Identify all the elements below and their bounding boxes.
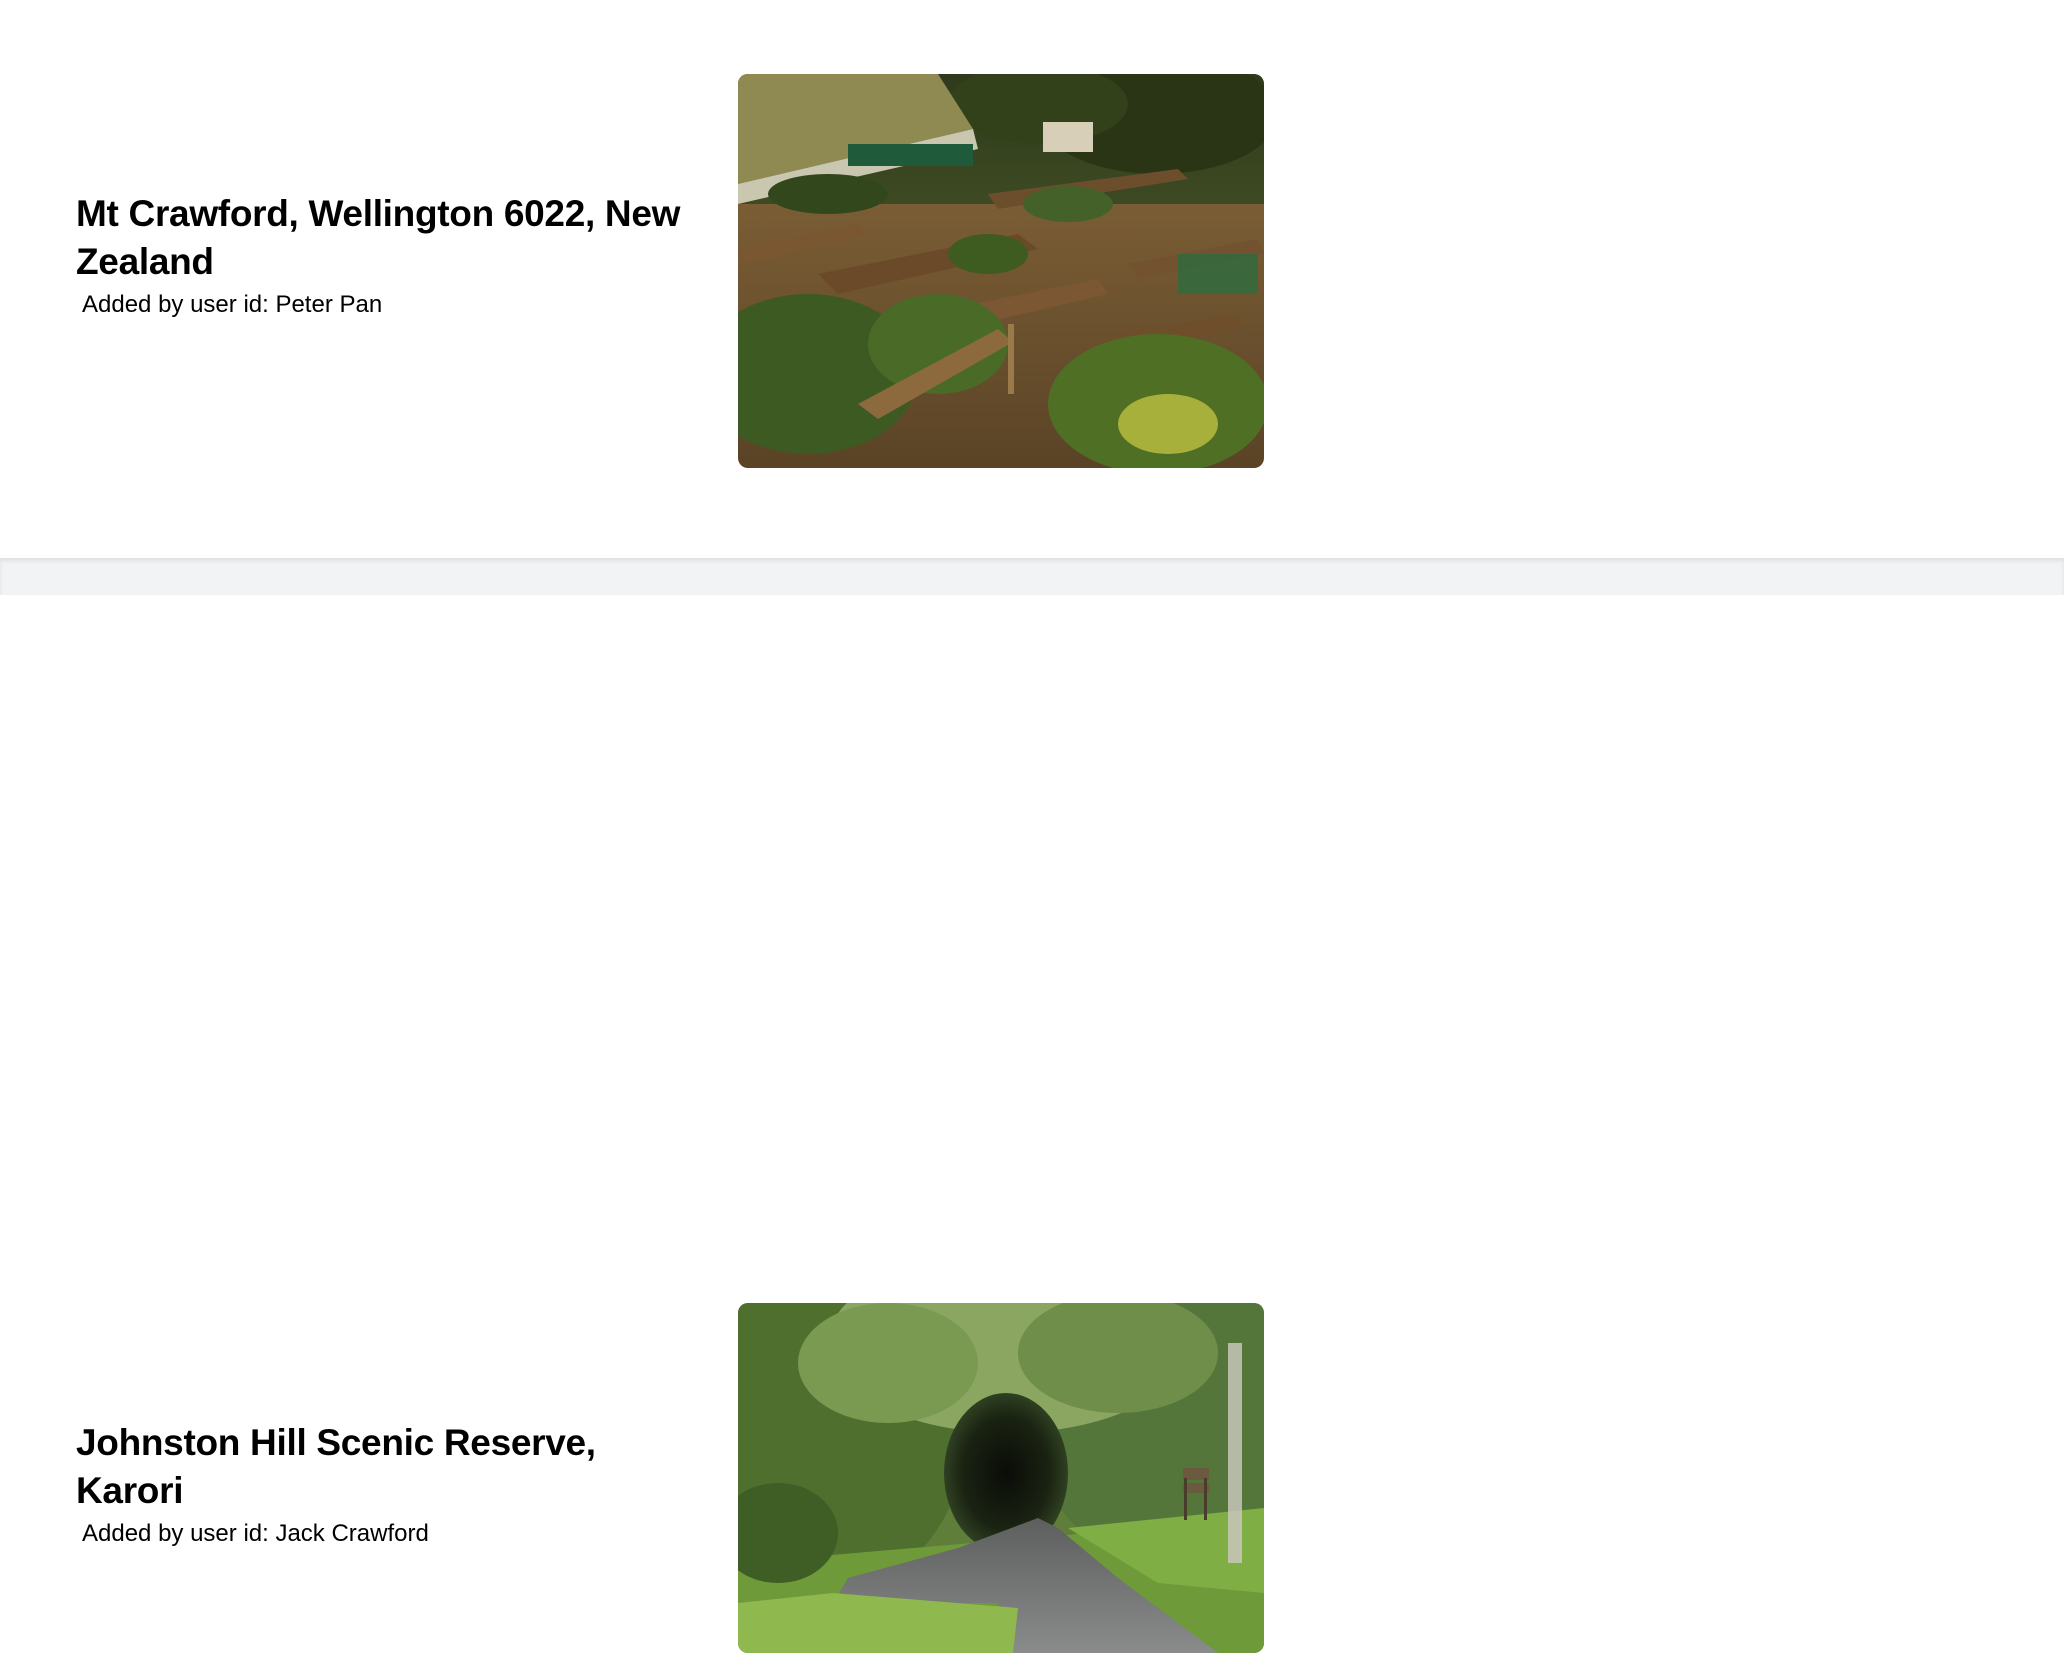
location-info: Mt Crawford, Wellington 6022, New Zealan… xyxy=(76,190,696,320)
location-title: Mt Crawford, Wellington 6022, New Zealan… xyxy=(76,193,681,282)
location-photo xyxy=(738,74,1264,468)
added-by-text: Added by user id: Jack Crawford xyxy=(82,1520,429,1547)
location-card: Johnston Hill Scenic Reserve, Karori Add… xyxy=(0,595,2064,1653)
location-title: Johnston Hill Scenic Reserve, Karori xyxy=(76,1422,596,1511)
forest-road-photo-image xyxy=(738,1303,1264,1653)
location-info: Johnston Hill Scenic Reserve, Karori Add… xyxy=(76,1419,696,1549)
location-card: Mt Crawford, Wellington 6022, New Zealan… xyxy=(0,0,2064,558)
section-divider xyxy=(0,558,2064,595)
location-photo xyxy=(738,1303,1264,1653)
garden-photo-image xyxy=(738,74,1264,468)
added-by-text: Added by user id: Peter Pan xyxy=(82,291,383,318)
